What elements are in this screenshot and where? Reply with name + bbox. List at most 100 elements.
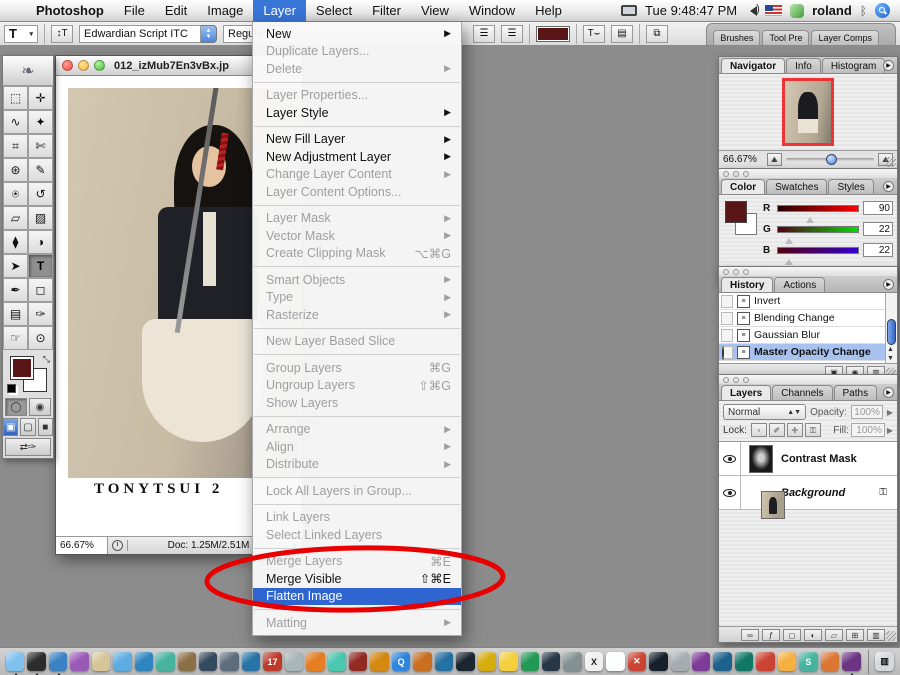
bridge-button[interactable]: ⧉: [646, 25, 668, 43]
palette-well-tab-brushes[interactable]: Brushes: [713, 30, 760, 45]
dock-icon-17[interactable]: [349, 652, 367, 671]
scroll-up-icon[interactable]: ▲: [887, 346, 894, 353]
tab-history[interactable]: History: [721, 277, 773, 292]
zoom-percent-field[interactable]: 66.67%: [56, 537, 108, 554]
menubar-item-photoshop[interactable]: Photoshop: [26, 0, 114, 22]
history-source-well[interactable]: [721, 329, 733, 342]
dock-icon-35[interactable]: [735, 652, 753, 671]
dock-icon-28[interactable]: X: [585, 652, 603, 671]
layer-menu-item-merge-visible[interactable]: Merge Visible⇧⌘E: [253, 570, 461, 588]
layer-mask-button[interactable]: ◻: [783, 629, 801, 641]
quick-mask-button[interactable]: ◉: [29, 398, 51, 416]
zoom-button[interactable]: [94, 60, 105, 71]
dock-icon-5[interactable]: [92, 652, 110, 671]
layer-row-background[interactable]: Background⚿: [719, 476, 897, 510]
tab-actions[interactable]: Actions: [774, 277, 825, 292]
swap-colors-icon[interactable]: ⤡: [43, 354, 50, 365]
layer-thumbnail[interactable]: [761, 491, 785, 519]
mini-close-icon[interactable]: [723, 171, 729, 177]
path-selection-tool[interactable]: ➤: [3, 254, 28, 278]
history-state-blending-change[interactable]: ≡Blending Change: [719, 310, 885, 327]
close-button[interactable]: [62, 60, 73, 71]
ink-menu-icon[interactable]: [790, 4, 804, 18]
slider-thumb-icon[interactable]: [806, 213, 814, 223]
scroll-down-icon[interactable]: ▼: [887, 355, 894, 362]
dock-icon-36[interactable]: [756, 652, 774, 671]
layer-menu-item-flatten-image[interactable]: Flatten Image: [253, 588, 461, 606]
slider-thumb-icon[interactable]: [785, 234, 793, 244]
text-orientation-button[interactable]: ↕T: [51, 25, 73, 43]
palette-menu-icon[interactable]: ▶: [883, 181, 894, 192]
dock-icon-24[interactable]: [499, 652, 517, 671]
bluetooth-icon[interactable]: ᛒ: [860, 4, 867, 18]
dock-icon-22[interactable]: [456, 652, 474, 671]
eye-icon[interactable]: [723, 489, 736, 497]
fast-user-switch-menu[interactable]: roland: [812, 3, 852, 18]
resize-grip[interactable]: [886, 631, 896, 641]
dock-icon-34[interactable]: [713, 652, 731, 671]
tab-styles[interactable]: Styles: [828, 179, 873, 194]
delete-layer-button[interactable]: ▥: [867, 629, 885, 641]
dock-icon-7[interactable]: [135, 652, 153, 671]
dock-icon-31[interactable]: [649, 652, 667, 671]
align-center-button[interactable]: ☰: [473, 25, 495, 43]
foreground-color-well[interactable]: [725, 201, 747, 223]
dock-icon-27[interactable]: [563, 652, 581, 671]
dock-icon-3[interactable]: [49, 652, 67, 671]
dock-icon-6[interactable]: [113, 652, 131, 671]
history-source-well[interactable]: [721, 312, 733, 325]
dock-icon-10[interactable]: [199, 652, 217, 671]
dock-icon-23[interactable]: [478, 652, 496, 671]
channel-value-field[interactable]: 22: [863, 222, 893, 236]
link-layers-button[interactable]: ∞: [741, 629, 759, 641]
channel-value-field[interactable]: 90: [863, 201, 893, 215]
layer-thumbnail[interactable]: [749, 445, 773, 473]
input-language-flag-icon[interactable]: [765, 5, 782, 16]
volume-icon[interactable]: [745, 6, 757, 16]
dock-icon-32[interactable]: [671, 652, 689, 671]
history-state-master-opacity-change[interactable]: ≡Master Opacity Change: [719, 344, 885, 361]
tab-swatches[interactable]: Swatches: [766, 179, 827, 194]
layer-menu-item-new[interactable]: New▶: [253, 25, 461, 43]
lock-position-button[interactable]: ✛: [787, 423, 803, 437]
navigator-zoom-field[interactable]: 66.67%: [723, 154, 763, 165]
dock-icon-39[interactable]: [821, 652, 839, 671]
new-group-button[interactable]: ▱: [825, 629, 843, 641]
align-right-button[interactable]: ☰: [501, 25, 523, 43]
blur-tool[interactable]: ⧫: [3, 230, 28, 254]
dock-icon-25[interactable]: [521, 652, 539, 671]
tool-preset-picker[interactable]: T ▾: [4, 25, 38, 43]
dock-icon-20[interactable]: [413, 652, 431, 671]
dock-icon-33[interactable]: [692, 652, 710, 671]
palette-menu-icon[interactable]: ▶: [883, 279, 894, 290]
dock-icon-13[interactable]: 17: [263, 652, 281, 671]
new-layer-button[interactable]: ⊞: [846, 629, 864, 641]
layer-row-contrast-mask[interactable]: Contrast Mask: [719, 442, 897, 476]
imageready-button[interactable]: ⇄✑: [5, 438, 51, 456]
dodge-tool[interactable]: ◑: [28, 230, 53, 254]
tab-channels[interactable]: Channels: [772, 385, 832, 400]
magic-wand-tool[interactable]: ✦: [28, 110, 53, 134]
resize-grip[interactable]: [886, 157, 896, 167]
dock-icon-16[interactable]: [328, 652, 346, 671]
trash-icon[interactable]: ▥: [875, 652, 893, 671]
crop-tool[interactable]: ⌗: [3, 134, 28, 158]
menubar-item-image[interactable]: Image: [197, 0, 253, 22]
fullscreen-button[interactable]: ■: [38, 418, 53, 436]
menubar-item-view[interactable]: View: [411, 0, 459, 22]
mini-minimize-icon[interactable]: [733, 377, 739, 383]
eraser-tool[interactable]: ▱: [3, 206, 28, 230]
layer-style-button[interactable]: ƒ: [762, 629, 780, 641]
mini-zoom-icon[interactable]: [743, 377, 749, 383]
dock-icon-2[interactable]: [27, 652, 45, 671]
menubar-clock[interactable]: Tue 9:48:47 PM: [645, 3, 737, 18]
blend-mode-dropdown[interactable]: Normal▲▼: [723, 404, 806, 420]
rect-marquee-tool[interactable]: ⬚: [3, 86, 28, 110]
dock-icon-29[interactable]: [606, 652, 624, 671]
lock-transparency-button[interactable]: ▫: [751, 423, 767, 437]
palette-menu-icon[interactable]: ▶: [883, 60, 894, 71]
palette-well-tab-tool-pre[interactable]: Tool Pre: [762, 30, 809, 45]
healing-brush-tool[interactable]: ⊛: [3, 158, 28, 182]
eye-icon[interactable]: [723, 455, 736, 463]
layer-menu-item-new-adjustment-layer[interactable]: New Adjustment Layer▶: [253, 148, 461, 166]
